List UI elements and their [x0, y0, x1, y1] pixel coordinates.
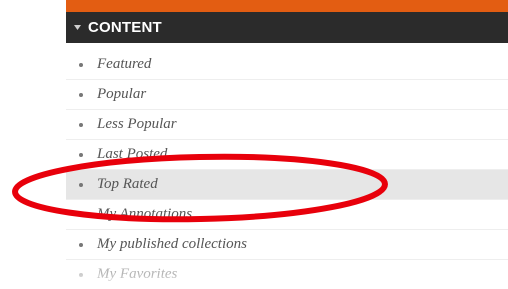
menu-item-label: Less Popular — [97, 116, 177, 132]
menu-item-top-rated[interactable]: Top Rated — [66, 170, 508, 200]
menu-item-label: Last Posted — [97, 146, 168, 162]
bullet-icon — [79, 182, 83, 187]
menu-item-my-favorites[interactable]: My Favorites — [66, 260, 508, 289]
triangle-down-icon[interactable] — [74, 24, 81, 31]
menu-item-label: Top Rated — [97, 176, 158, 192]
bullet-icon — [79, 272, 83, 277]
content-section-header[interactable]: CONTENT — [66, 12, 508, 43]
menu-item-less-popular[interactable]: Less Popular — [66, 110, 508, 140]
bullet-icon — [79, 212, 83, 217]
section-title: CONTENT — [88, 19, 162, 36]
menu-item-popular[interactable]: Popular — [66, 80, 508, 110]
menu-item-featured[interactable]: Featured — [66, 50, 508, 80]
bullet-icon — [79, 152, 83, 157]
content-menu: Featured Popular Less Popular Last Poste… — [66, 50, 508, 289]
menu-item-last-posted[interactable]: Last Posted — [66, 140, 508, 170]
page: CONTENT Featured Popular Less Popular La… — [0, 0, 508, 289]
bullet-icon — [79, 92, 83, 97]
content-panel: CONTENT Featured Popular Less Popular La… — [66, 0, 508, 289]
menu-item-label: Popular — [97, 86, 147, 102]
menu-item-my-annotations[interactable]: My Annotations — [66, 200, 508, 230]
accent-bar — [66, 0, 508, 12]
bullet-icon — [79, 122, 83, 127]
menu-item-label: My published collections — [97, 236, 247, 252]
menu-item-label: My Favorites — [97, 266, 178, 282]
bullet-icon — [79, 62, 83, 67]
bullet-icon — [79, 242, 83, 247]
menu-item-my-published-collections[interactable]: My published collections — [66, 230, 508, 260]
menu-item-label: My Annotations — [97, 206, 193, 222]
menu-item-label: Featured — [97, 56, 152, 72]
